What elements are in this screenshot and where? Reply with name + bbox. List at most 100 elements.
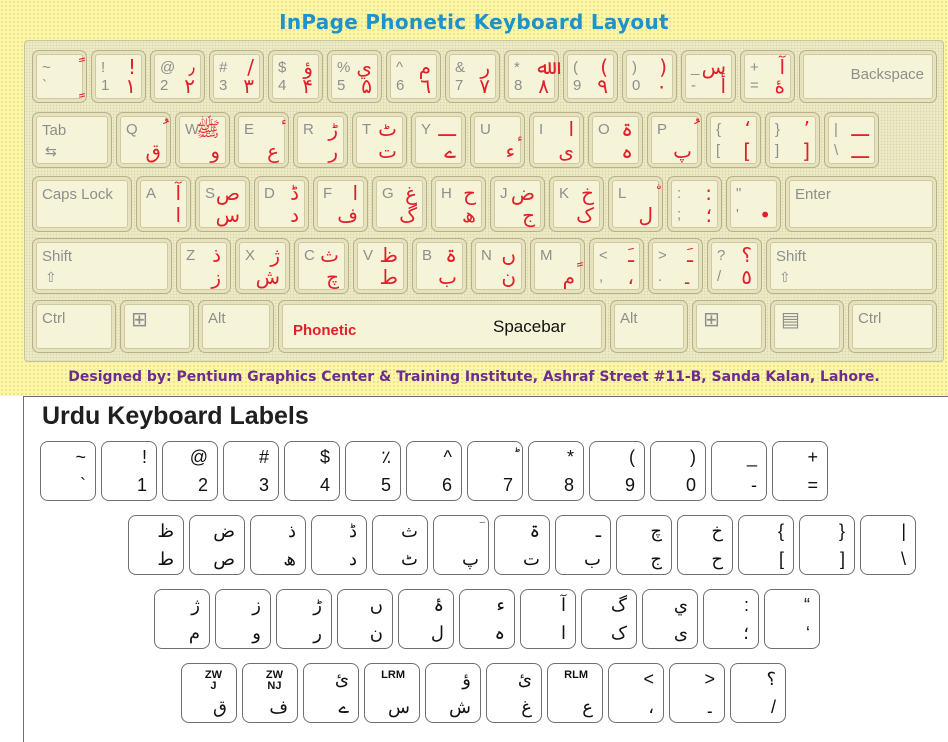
phonetic-key[interactable]: (9(٩ [563,50,618,103]
phonetic-key[interactable]: $4 ؤ ۴ [268,50,323,103]
phonetic-key[interactable]: Tٹت [352,112,407,168]
phonetic-key[interactable]: :;: ؛ [667,176,722,232]
label-key[interactable]: ـب [555,515,611,575]
phonetic-key[interactable]: <, ـَ ، [589,238,644,294]
label-key[interactable]: خح [677,515,733,575]
label-key[interactable]: ٪ 5 [345,441,401,501]
right-windows-key[interactable]: ⊞ [692,300,766,353]
label-key[interactable]: گک [581,589,637,649]
phonetic-key[interactable]: Eٔع [234,112,289,168]
label-key[interactable]: ءہ [459,589,515,649]
phonetic-key[interactable]: Sصس [195,176,250,232]
label-key[interactable]: | \ [860,515,916,575]
phonetic-key[interactable]: ? / ؟ ٥ [707,238,762,294]
label-key[interactable]: (9 [589,441,645,501]
left-alt-key[interactable]: Alt [198,300,274,353]
phonetic-key[interactable]: Wﷺو [175,112,230,168]
right-ctrl-key[interactable]: Ctrl [848,300,937,353]
label-key[interactable]: ^ 6 [406,441,462,501]
label-key[interactable]: ZW J ق [181,663,237,723]
phonetic-key[interactable]: >. ـَ ۔ [648,238,703,294]
label-key[interactable]: ) 0 [650,441,706,501]
phonetic-key[interactable]: + = آ ۀ [740,50,795,103]
phonetic-key[interactable]: Dڈد [254,176,309,232]
phonetic-key[interactable]: Bۃب [412,238,467,294]
enter-key[interactable]: Enter [785,176,937,232]
phonetic-key[interactable]: I ای [529,112,584,168]
label-key[interactable]: زو [215,589,271,649]
label-key[interactable]: ئغ [486,663,542,723]
label-key[interactable]: ژم [154,589,210,649]
label-key[interactable]: _ - [711,441,767,501]
left-windows-key[interactable]: ⊞ [120,300,194,353]
phonetic-key[interactable]: Vظط [353,238,408,294]
phonetic-key[interactable]: F اف [313,176,368,232]
backspace-key[interactable]: Backspace [799,50,937,103]
label-key[interactable]: $4 [284,441,340,501]
phonetic-key[interactable]: % 5 ي ۵ [327,50,382,103]
phonetic-key[interactable]: ~`ًٍ [32,50,87,103]
left-shift-key[interactable]: Shift ⇧ [32,238,172,294]
phonetic-key[interactable]: }]’] [765,112,820,168]
label-key[interactable]: ZW NJ ف [242,663,298,723]
phonetic-key[interactable]: Hحھ [431,176,486,232]
phonetic-key[interactable]: Nںن [471,238,526,294]
label-key[interactable]: * 8 [528,441,584,501]
label-key[interactable]: ~ ` [40,441,96,501]
tab-key[interactable]: Tab ⇆ [32,112,112,168]
label-key[interactable]: ۃت [494,515,550,575]
phonetic-key[interactable]: A آا [136,176,191,232]
phonetic-key[interactable]: Zذز [176,238,231,294]
phonetic-key[interactable]: " ' • [726,176,781,232]
label-key[interactable]: ڈد [311,515,367,575]
label-key[interactable]: آا [520,589,576,649]
label-key[interactable]: }] [799,515,855,575]
label-key[interactable]: ضص [189,515,245,575]
label-key[interactable]: @2 [162,441,218,501]
label-key[interactable]: چج [616,515,672,575]
phonetic-key[interactable]: Lۨل [608,176,663,232]
phonetic-key[interactable]: Kخک [549,176,604,232]
phonetic-key[interactable]: #3/٣ [209,50,264,103]
phonetic-key[interactable]: ^ 6 م ٦ [386,50,441,103]
label-key[interactable]: ؔپ [433,515,489,575]
label-key[interactable]: LRM س [364,663,420,723]
label-key[interactable]: #3 [223,441,279,501]
phonetic-key[interactable]: Y ـــ ے [411,112,466,168]
phonetic-key[interactable]: | \ ـــ ـــ [824,112,879,168]
phonetic-key[interactable]: Uٕء [470,112,525,168]
phonetic-key[interactable]: Mٍم [530,238,585,294]
phonetic-key[interactable]: ) 0) ٠ [622,50,677,103]
label-key[interactable]: يی [642,589,698,649]
phonetic-key[interactable]: * 8 ﷲ ٨ [504,50,559,103]
label-key[interactable]: {[ [738,515,794,575]
phonetic-key[interactable]: ! 1! ١ [91,50,146,103]
phonetic-key[interactable]: Qُق [116,112,171,168]
phonetic-key[interactable]: {[‘[ [706,112,761,168]
label-key[interactable]: ںن [337,589,393,649]
label-key[interactable]: ذھ [250,515,306,575]
label-key[interactable]: + = [772,441,828,501]
menu-key[interactable]: ▤ [770,300,844,353]
label-key[interactable]: ! 1 [101,441,157,501]
phonetic-key[interactable]: Pُپ [647,112,702,168]
label-key[interactable]: ۂل [398,589,454,649]
left-ctrl-key[interactable]: Ctrl [32,300,116,353]
phonetic-key[interactable]: Jضج [490,176,545,232]
label-key[interactable]: RLM ع [547,663,603,723]
label-key[interactable]: ڑر [276,589,332,649]
phonetic-key[interactable]: Gغگ [372,176,427,232]
label-key[interactable]: ؟ / [730,663,786,723]
phonetic-key[interactable]: & 7 ر ٧ [445,50,500,103]
label-key[interactable]: ظط [128,515,184,575]
label-key[interactable]: ئے [303,663,359,723]
label-key[interactable]: “‘ [764,589,820,649]
label-key[interactable]: ثٹ [372,515,428,575]
label-key[interactable]: ؤش [425,663,481,723]
label-key[interactable]: < ، [608,663,664,723]
right-shift-key[interactable]: Shift ⇧ [766,238,937,294]
phonetic-key[interactable]: _ - س أ [681,50,736,103]
label-key[interactable]: > ۔ [669,663,725,723]
label-key[interactable]: : ؛ [703,589,759,649]
spacebar-key[interactable]: Phonetic Spacebar [278,300,606,353]
